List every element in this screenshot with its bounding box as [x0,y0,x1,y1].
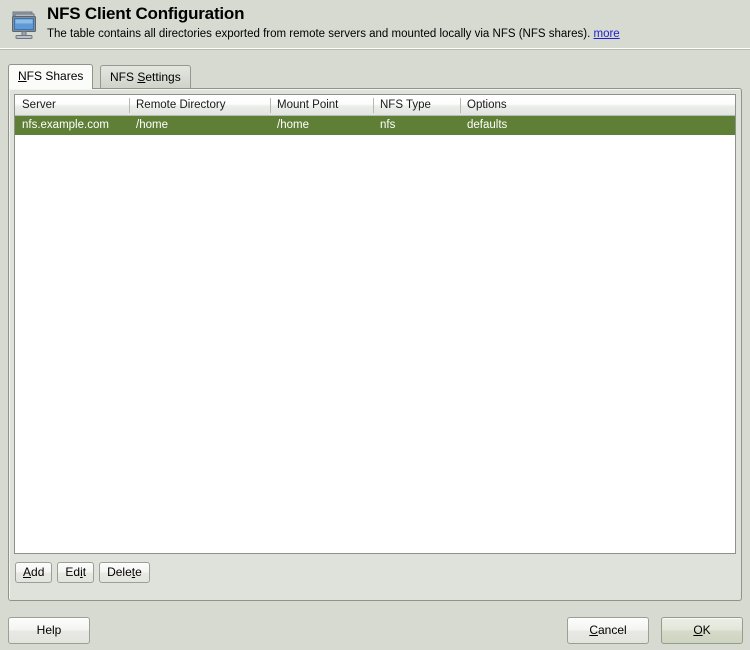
column-header-server[interactable]: Server [15,95,129,115]
dialog-header: NFS Client Configuration The table conta… [0,0,750,48]
delete-button-label-rest: e [135,565,142,579]
edit-button-label: Ed [65,565,81,579]
column-header-options[interactable]: Options [460,95,735,115]
column-header-mount-point[interactable]: Mount Point [270,95,373,115]
edit-button[interactable]: Edit [57,562,95,583]
cell-server: nfs.example.com [22,119,109,131]
page-title: NFS Client Configuration [47,4,245,23]
cell-mount-point: /home [277,119,309,131]
nfs-shares-table[interactable]: Server Remote Directory Mount Point NFS Typ… [14,94,736,554]
column-divider[interactable] [270,98,271,113]
column-divider[interactable] [373,98,374,113]
delete-button-label: Dele [107,565,132,579]
ok-button-label-rest: K [702,623,711,637]
tab-nfs-settings[interactable]: NFS Settings [100,65,191,88]
tab-1-label: NFS [110,70,138,84]
cell-nfs-type: nfs [380,119,396,131]
cancel-button[interactable]: Cancel [567,617,649,644]
table-action-buttons: Add Edit Delete [15,562,155,583]
add-button-accelerator: A [23,565,32,579]
help-button-label: Help [36,623,62,637]
table-row[interactable]: nfs.example.com/home/home nfs defaults [15,116,735,135]
ok-button-accelerator: O [693,623,703,637]
add-button-label-rest: dd [31,565,45,579]
column-divider[interactable] [129,98,130,113]
table-body: nfs.example.com/home/home nfs defaults [15,116,735,553]
table-header-row: Server Remote Directory Mount Point NFS Typ… [15,95,735,116]
edit-button-label-rest: t [82,565,87,579]
cancel-button-accelerator: C [589,623,598,637]
tab-panel-nfs-shares: Server Remote Directory Mount Point NFS Typ… [8,88,742,601]
tab-0-accelerator: N [18,69,27,83]
cell-options: defaults [467,119,508,131]
network-share-monitor-icon [10,10,40,42]
page-description-text: The table contains all directories expor… [47,28,591,40]
header-separator [0,48,750,50]
help-button[interactable]: Help [8,617,90,644]
ok-button[interactable]: OK [661,617,743,644]
column-header-nfs-type[interactable]: NFS Type [373,95,460,115]
cell-remote-directory: /home [136,119,168,131]
tab-nfs-shares[interactable]: NFS Shares [8,64,94,89]
column-header-remote-directory[interactable]: Remote Directory [129,95,270,115]
tab-0-label-rest: FS Shares [26,69,84,83]
add-button[interactable]: Add [15,562,53,583]
more-link[interactable]: more [593,28,619,40]
cancel-button-label-rest: ancel [597,623,627,637]
column-divider[interactable] [460,98,461,113]
page-description: The table contains all directories expor… [47,26,744,42]
header-text-block: NFS Client Configuration The table conta… [47,3,744,42]
delete-button[interactable]: Delete [99,562,150,583]
tab-1-label-rest: ettings [145,70,181,84]
